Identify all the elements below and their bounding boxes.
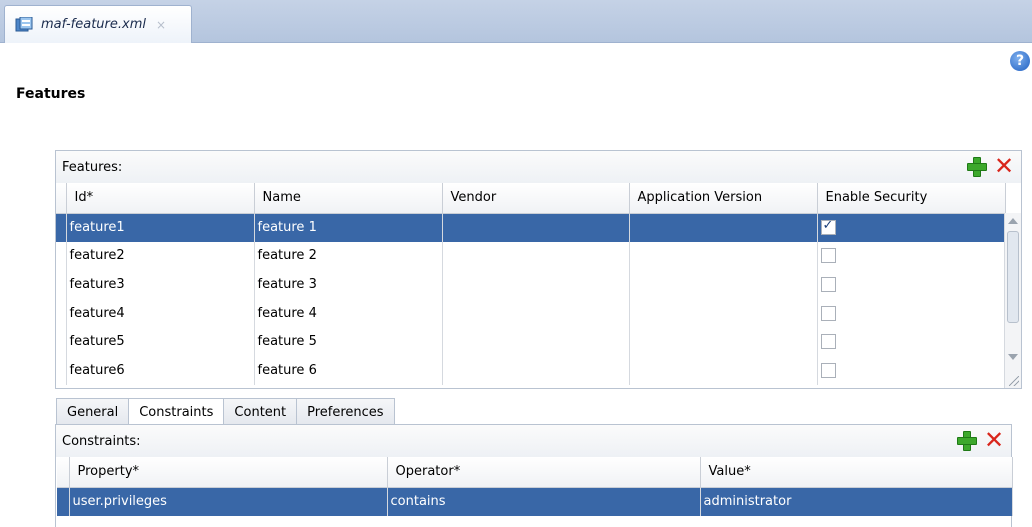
cell-vendor[interactable] — [442, 298, 630, 328]
cell-application-version[interactable] — [629, 298, 818, 328]
constraints-panel-header: Constraints: ✕ — [56, 425, 1011, 457]
column-header-vendor[interactable]: Vendor — [442, 183, 630, 214]
column-header-operator[interactable]: Operator* — [387, 457, 701, 488]
scroll-down-arrow-icon[interactable] — [1008, 354, 1018, 360]
table-row[interactable]: feature1 feature 1 — [56, 213, 1006, 242]
resize-grip-icon[interactable] — [1009, 376, 1019, 386]
xml-file-icon — [15, 16, 33, 33]
enable-security-checkbox[interactable] — [820, 362, 836, 378]
cell-vendor[interactable] — [442, 355, 630, 385]
cell-id[interactable]: feature1 — [66, 213, 255, 242]
column-header-value[interactable]: Value* — [700, 457, 1013, 488]
editor-tab-label: maf-feature.xml — [41, 17, 146, 32]
cell-name[interactable]: feature 5 — [254, 327, 443, 356]
cell-name[interactable]: feature 4 — [254, 298, 443, 328]
row-header-gutter — [57, 457, 70, 488]
cell-enable-security[interactable] — [817, 241, 1006, 271]
cell-enable-security[interactable] — [817, 298, 1006, 328]
scroll-up-arrow-icon[interactable] — [1008, 218, 1018, 224]
features-table-header: Id* Name Vendor Application Version Enab… — [56, 183, 1006, 214]
cell-vendor[interactable] — [442, 270, 630, 299]
enable-security-checkbox[interactable] — [820, 248, 836, 264]
column-header-name[interactable]: Name — [254, 183, 443, 214]
editor-tab-strip: maf-feature.xml × — [0, 0, 1032, 43]
cell-id[interactable]: feature2 — [66, 241, 255, 271]
add-constraint-plus-icon[interactable] — [955, 429, 977, 451]
table-row[interactable]: feature4 feature 4 — [56, 298, 1006, 328]
table-row[interactable]: feature3 feature 3 — [56, 270, 1006, 299]
enable-security-checkbox[interactable] — [820, 276, 836, 292]
cell-name[interactable]: feature 3 — [254, 270, 443, 299]
delete-constraint-x-icon[interactable]: ✕ — [983, 428, 1005, 452]
cell-vendor[interactable] — [442, 213, 630, 242]
tab-constraints[interactable]: Constraints — [128, 398, 225, 426]
close-tab-icon[interactable]: × — [156, 18, 166, 32]
constraints-table: Property* Operator* Value* user.privileg… — [57, 457, 1013, 516]
page-title: Features — [16, 86, 86, 102]
table-row[interactable]: feature5 feature 5 — [56, 327, 1006, 356]
cell-enable-security[interactable] — [817, 213, 1006, 242]
features-table-container: Id* Name Vendor Application Version Enab… — [56, 183, 1006, 385]
cell-operator[interactable]: contains — [387, 487, 701, 516]
cell-application-version[interactable] — [629, 213, 818, 242]
cell-application-version[interactable] — [629, 327, 818, 356]
cell-id[interactable]: feature6 — [66, 355, 255, 385]
enable-security-checkbox[interactable] — [820, 305, 836, 321]
editor-tab-maf-feature[interactable]: maf-feature.xml × — [4, 5, 192, 43]
cell-value[interactable]: administrator — [700, 487, 1013, 516]
table-row[interactable]: user.privileges contains administrator — [57, 487, 1013, 516]
help-icon[interactable]: ? — [1010, 51, 1030, 71]
column-header-application-version[interactable]: Application Version — [629, 183, 818, 214]
cell-id[interactable]: feature4 — [66, 298, 255, 328]
tab-general[interactable]: General — [56, 398, 130, 425]
column-header-property[interactable]: Property* — [69, 457, 388, 488]
cell-id[interactable]: feature5 — [66, 327, 255, 356]
cell-enable-security[interactable] — [817, 327, 1006, 356]
table-row[interactable]: feature6 feature 6 — [56, 355, 1006, 385]
table-row[interactable]: feature2 feature 2 — [56, 241, 1006, 271]
enable-security-checkbox[interactable] — [820, 334, 836, 350]
cell-enable-security[interactable] — [817, 270, 1006, 299]
cell-property[interactable]: user.privileges — [69, 487, 388, 516]
tab-content[interactable]: Content — [223, 398, 298, 425]
features-table: Id* Name Vendor Application Version Enab… — [56, 183, 1006, 385]
cell-application-version[interactable] — [629, 355, 818, 385]
row-header-gutter — [56, 183, 67, 214]
cell-enable-security[interactable] — [817, 355, 1006, 385]
tab-preferences[interactable]: Preferences — [296, 398, 395, 425]
cell-name[interactable]: feature 6 — [254, 355, 443, 385]
features-panel-header: Features: ✕ — [56, 151, 1021, 183]
constraints-panel-label: Constraints: — [62, 433, 141, 449]
cell-name[interactable]: feature 2 — [254, 241, 443, 271]
features-panel: Features: ✕ Id* Name Vendor Application … — [55, 150, 1022, 389]
cell-vendor[interactable] — [442, 327, 630, 356]
column-header-enable-security[interactable]: Enable Security — [817, 183, 1006, 214]
features-vertical-scrollbar[interactable] — [1004, 213, 1021, 388]
constraints-table-header: Property* Operator* Value* — [57, 457, 1013, 488]
cell-vendor[interactable] — [442, 241, 630, 271]
delete-feature-x-icon[interactable]: ✕ — [993, 154, 1015, 178]
cell-name[interactable]: feature 1 — [254, 213, 443, 242]
features-panel-label: Features: — [62, 159, 123, 175]
cell-application-version[interactable] — [629, 270, 818, 299]
constraints-panel: Constraints: ✕ Property* Operator* Value… — [55, 424, 1013, 527]
cell-application-version[interactable] — [629, 241, 818, 271]
cell-id[interactable]: feature3 — [66, 270, 255, 299]
column-header-id[interactable]: Id* — [66, 183, 255, 214]
add-feature-plus-icon[interactable] — [965, 155, 987, 177]
detail-tabs: General Constraints Content Preferences — [56, 398, 395, 426]
scrollbar-thumb[interactable] — [1007, 231, 1019, 323]
enable-security-checkbox[interactable] — [820, 218, 836, 236]
